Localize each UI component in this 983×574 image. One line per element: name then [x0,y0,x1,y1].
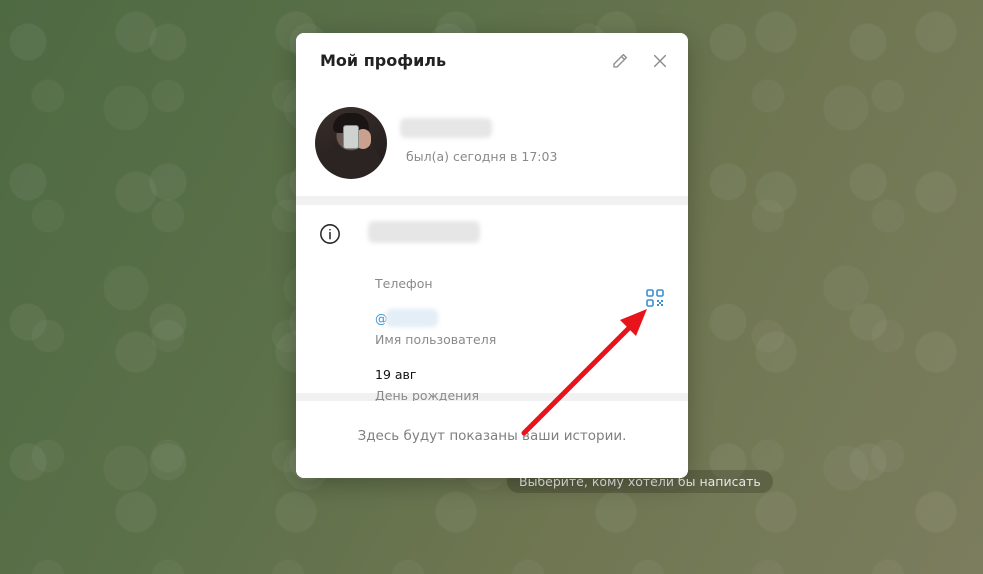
last-seen-status: был(а) сегодня в 17:03 [406,149,558,164]
profile-header: Мой профиль был(а) сегодня в 17:03 [296,33,688,196]
qr-code-button[interactable] [645,288,665,308]
birthday-value: 19 авг [375,367,417,382]
avatar-phone [343,125,359,149]
phone-value-redacted[interactable] [368,221,480,243]
stories-section: Здесь будут показаны ваши истории. [296,401,688,478]
profile-name-redacted [400,118,492,138]
edit-button[interactable] [609,50,631,72]
username-label: Имя пользователя [375,332,497,347]
stories-placeholder: Здесь будут показаны ваши истории. [357,428,627,444]
qr-code-icon [646,289,664,307]
profile-modal: Мой профиль был(а) сегодня в 17:03 Телеф… [296,33,688,478]
info-icon [320,224,340,244]
avatar[interactable] [315,107,387,179]
phone-label: Телефон [375,276,433,291]
close-button[interactable] [649,50,671,72]
pencil-icon [613,53,628,68]
modal-title: Мой профиль [320,51,447,70]
close-icon [653,54,667,68]
profile-info-section: Телефон @ Имя пользователя 19 авг День р… [296,205,688,403]
username-redacted [386,309,438,327]
